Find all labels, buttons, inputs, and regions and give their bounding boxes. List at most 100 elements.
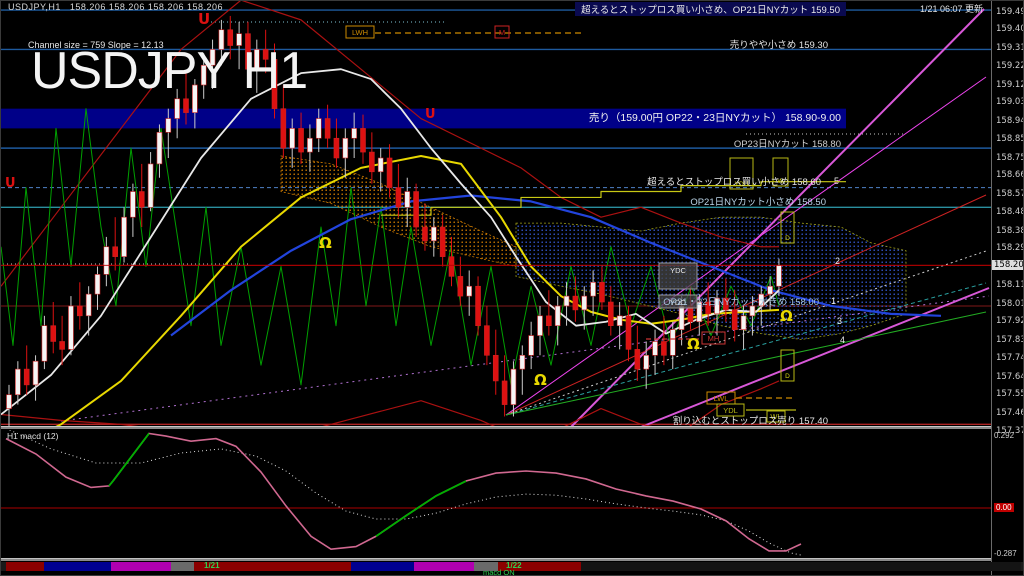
- horseshoe-yellow: Ω: [687, 335, 700, 353]
- candle-body: [590, 281, 596, 297]
- candle-body: [103, 246, 110, 275]
- trendline-magenta: [570, 8, 985, 428]
- candle-body: [731, 309, 738, 330]
- candle-body: [484, 325, 490, 356]
- candle-body: [174, 98, 180, 119]
- axis-price-label: 158.295: [996, 243, 1023, 254]
- candle-body: [581, 295, 588, 311]
- candle-body: [315, 118, 322, 139]
- candle-body: [661, 341, 667, 356]
- level-box-label-WL: WL: [770, 412, 781, 421]
- axis-price-label: 158.850: [996, 133, 1023, 144]
- price-axis[interactable]: 159.495 159.405 159.310 159.220 159.125 159.0…: [991, 1, 1023, 575]
- candle-body: [492, 354, 499, 382]
- candle-body: [15, 368, 21, 396]
- candle-body: [643, 354, 650, 370]
- candle-body: [32, 360, 39, 386]
- axis-price-label: 157.925: [996, 316, 1023, 327]
- candle-body: [501, 380, 508, 405]
- macd-rising-segment: [375, 480, 467, 538]
- candle-body: [430, 226, 437, 242]
- candle-body: [280, 108, 287, 149]
- candle-body: [546, 315, 552, 326]
- candle-body: [554, 305, 561, 326]
- candle-body: [599, 281, 605, 303]
- axis-price-label: 158.015: [996, 298, 1023, 309]
- candle-body: [625, 315, 632, 350]
- level-box-label-LWL: LWL: [714, 394, 729, 403]
- candle-body: [121, 216, 127, 257]
- mt4-chart-window: 5 2 1 3 4 LWH M MH LWL YDL WL YDC YDO YDH W D D U U U Ω Ω Ω Ω U…: [0, 0, 1024, 576]
- candle-body: [705, 301, 711, 315]
- range-rect-label-D: D: [785, 373, 790, 380]
- candle-body: [77, 305, 83, 317]
- axis-price-label: 157.460: [996, 408, 1023, 418]
- candle-body: [41, 325, 48, 362]
- level-box-label-M: M: [499, 28, 505, 37]
- grey-box-label-YDC: YDC: [670, 266, 686, 275]
- candle-body: [519, 354, 526, 370]
- macd-toggle-text: macd ON: [483, 568, 515, 576]
- horseshoe-red: U: [198, 10, 210, 28]
- candle-body: [749, 305, 756, 317]
- axis-price-label: 158.570: [996, 189, 1023, 199]
- axis-price-label: 159.310: [996, 43, 1023, 53]
- macd-signal-line: [8, 430, 802, 556]
- candle-body: [563, 295, 570, 307]
- session-date-label: 1/21: [204, 561, 220, 570]
- candle-body: [369, 151, 375, 173]
- horseshoe-red: U: [425, 107, 436, 122]
- chart-title-ohlc: USDJPY,H1 158.206 158.206 158.206 158.20…: [8, 2, 223, 12]
- current-price-label: 158.206: [992, 260, 1023, 271]
- candle-body: [723, 297, 729, 311]
- envelope-lower-red: [1, 380, 780, 428]
- axis-price-label: 158.385: [996, 225, 1023, 236]
- candle-body: [528, 335, 534, 356]
- candle-body: [333, 137, 340, 159]
- fan-label-1: 1: [831, 296, 836, 306]
- candle-body: [395, 187, 402, 208]
- axis-price-label: 158.480: [996, 206, 1023, 217]
- candle-body: [342, 137, 349, 159]
- candle-body: [23, 368, 30, 386]
- range-rect-label-W: W: [777, 178, 784, 185]
- level-box-label-YDL: YDL: [723, 406, 738, 415]
- axis-price-label: 158.940: [996, 116, 1023, 126]
- axis-price-label: 159.220: [996, 60, 1023, 71]
- session-segment: [171, 562, 194, 571]
- candle-body: [607, 301, 614, 326]
- session-segment: [351, 562, 414, 571]
- candle-body: [59, 341, 65, 350]
- candle-body: [678, 305, 685, 330]
- candle-body: [138, 191, 145, 208]
- candle-body: [351, 128, 357, 139]
- pane-separator[interactable]: [1, 426, 1023, 429]
- candle-body: [404, 191, 411, 208]
- axis-price-label: 159.125: [996, 79, 1023, 90]
- level-box-label-LWH: LWH: [352, 28, 368, 37]
- symbol-watermark: USDJPY H1: [31, 42, 308, 100]
- session-segment: [6, 562, 44, 571]
- candle-body: [289, 128, 296, 149]
- macd-zero-label: 0.00: [994, 503, 1014, 512]
- candle-body: [386, 157, 393, 188]
- candle-body: [696, 301, 703, 323]
- macd-main-line: [5, 432, 802, 552]
- candle-body: [165, 118, 172, 133]
- candle-body: [669, 329, 676, 356]
- axis-price-label: 158.665: [996, 170, 1023, 181]
- axis-price-label: 159.495: [996, 6, 1023, 17]
- horseshoe-red: U: [5, 176, 16, 191]
- fan-label-3: 3: [837, 316, 842, 326]
- candle-body: [457, 276, 464, 297]
- session-segment: [111, 562, 171, 571]
- candle-body: [537, 315, 543, 336]
- range-rect-label-D: D: [785, 235, 790, 242]
- candle-body: [360, 128, 366, 153]
- macd-rising-segment: [108, 432, 150, 487]
- session-segment: [581, 562, 1021, 571]
- candle-body: [776, 265, 782, 287]
- candle-body: [466, 285, 473, 297]
- candle-body: [307, 137, 313, 153]
- fan-label-2: 2: [835, 256, 840, 266]
